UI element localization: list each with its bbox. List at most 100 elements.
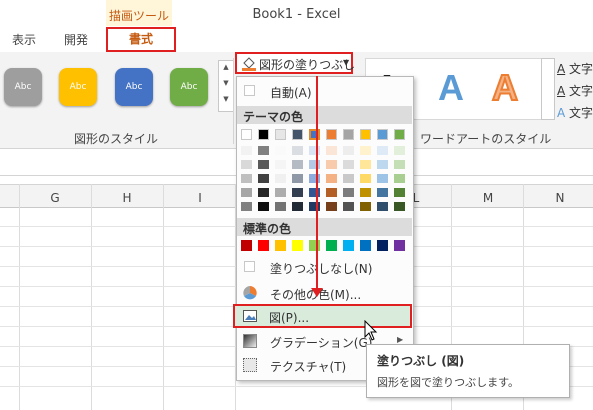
- text-fill-button[interactable]: A 文字: [557, 60, 593, 77]
- theme-color-shade-swatch[interactable]: [275, 202, 286, 211]
- theme-color-shade-swatch[interactable]: [292, 146, 303, 155]
- theme-color-shade-swatch[interactable]: [258, 202, 269, 211]
- tab-developer[interactable]: 開発: [64, 31, 88, 48]
- column-header-i[interactable]: I: [190, 191, 210, 205]
- theme-color-shade-swatch[interactable]: [326, 202, 337, 211]
- shape-fill-button[interactable]: 図形の塗りつぶし ▼: [235, 52, 355, 74]
- shape-style-gray-button[interactable]: Abc: [4, 68, 42, 106]
- theme-color-shade-swatch[interactable]: [275, 188, 286, 197]
- text-fill-label: 文字: [569, 62, 593, 76]
- theme-color-shade-swatch[interactable]: [343, 160, 354, 169]
- wordart-orange-preset[interactable]: A: [491, 66, 519, 109]
- standard-color-swatch[interactable]: [241, 240, 252, 251]
- theme-color-shade-swatch[interactable]: [394, 188, 405, 197]
- theme-color-swatch[interactable]: [292, 129, 303, 140]
- wordart-gallery-scroll[interactable]: [541, 58, 555, 120]
- theme-color-shade-swatch[interactable]: [360, 174, 371, 183]
- standard-color-swatch[interactable]: [275, 240, 286, 251]
- theme-color-shade-swatch[interactable]: [309, 160, 320, 169]
- theme-color-shade-swatch[interactable]: [309, 202, 320, 211]
- wordart-blue-preset[interactable]: A: [438, 67, 464, 109]
- theme-color-shade-swatch[interactable]: [394, 202, 405, 211]
- theme-color-shade-swatch[interactable]: [326, 188, 337, 197]
- standard-color-swatch[interactable]: [258, 240, 269, 251]
- theme-color-shade-swatch[interactable]: [292, 188, 303, 197]
- standard-color-swatch[interactable]: [292, 240, 303, 251]
- theme-color-shade-swatch[interactable]: [292, 174, 303, 183]
- menu-item-no-fill[interactable]: 塗りつぶしなし(N): [237, 256, 412, 278]
- theme-color-swatch[interactable]: [326, 129, 337, 140]
- standard-color-swatch[interactable]: [394, 240, 405, 251]
- theme-color-shade-swatch[interactable]: [343, 202, 354, 211]
- theme-color-shade-swatch[interactable]: [360, 202, 371, 211]
- standard-color-swatch[interactable]: [326, 240, 337, 251]
- theme-color-shade-swatch[interactable]: [241, 188, 252, 197]
- theme-color-shade-swatch[interactable]: [377, 174, 388, 183]
- standard-color-swatch[interactable]: [377, 240, 388, 251]
- shape-style-green-button[interactable]: Abc: [170, 68, 208, 106]
- theme-color-shade-swatch[interactable]: [241, 202, 252, 211]
- theme-color-shade-swatch[interactable]: [275, 160, 286, 169]
- theme-color-swatch[interactable]: [275, 129, 286, 140]
- theme-color-shade-swatch[interactable]: [326, 146, 337, 155]
- text-effects-button[interactable]: A 文字: [557, 104, 593, 121]
- theme-color-shade-swatch[interactable]: [241, 174, 252, 183]
- theme-color-shade-swatch[interactable]: [292, 202, 303, 211]
- tooltip-title: 塗りつぶし (図): [377, 354, 465, 368]
- theme-color-shade-swatch[interactable]: [309, 188, 320, 197]
- theme-color-swatch[interactable]: [309, 129, 320, 140]
- column-header-m[interactable]: M: [478, 191, 498, 205]
- column-header-g[interactable]: G: [45, 191, 65, 205]
- tab-format[interactable]: 書式: [106, 27, 176, 52]
- theme-color-shade-swatch[interactable]: [377, 188, 388, 197]
- theme-color-shade-swatch[interactable]: [326, 174, 337, 183]
- theme-color-shade-swatch[interactable]: [275, 146, 286, 155]
- theme-color-swatch[interactable]: [258, 129, 269, 140]
- theme-color-swatch[interactable]: [394, 129, 405, 140]
- shape-style-gold-button[interactable]: Abc: [59, 68, 97, 106]
- theme-color-shade-swatch[interactable]: [377, 160, 388, 169]
- shape-style-blue-button[interactable]: Abc: [115, 68, 153, 106]
- theme-color-shade-swatch[interactable]: [343, 174, 354, 183]
- theme-color-shade-swatch[interactable]: [292, 160, 303, 169]
- theme-color-shade-swatch[interactable]: [241, 146, 252, 155]
- theme-color-shade-swatch[interactable]: [258, 146, 269, 155]
- theme-color-shade-swatch[interactable]: [326, 160, 337, 169]
- theme-color-swatch[interactable]: [360, 129, 371, 140]
- theme-color-shade-swatch[interactable]: [360, 188, 371, 197]
- theme-color-shade-swatch[interactable]: [275, 174, 286, 183]
- standard-color-swatch[interactable]: [360, 240, 371, 251]
- theme-color-shade-swatch[interactable]: [360, 146, 371, 155]
- theme-color-shade-swatch[interactable]: [394, 146, 405, 155]
- theme-color-shade-swatch[interactable]: [394, 174, 405, 183]
- theme-color-shade-swatch[interactable]: [394, 160, 405, 169]
- scroll-down-icon[interactable]: ▼: [219, 79, 233, 87]
- theme-color-shade-swatch[interactable]: [360, 160, 371, 169]
- theme-color-shade-swatch[interactable]: [258, 188, 269, 197]
- window-title: Book1 - Excel: [252, 7, 341, 22]
- column-header-h[interactable]: H: [117, 191, 137, 205]
- gallery-more-icon[interactable]: ▼: [219, 95, 233, 103]
- theme-color-shade-swatch[interactable]: [241, 160, 252, 169]
- tab-view[interactable]: 表示: [12, 31, 36, 48]
- theme-color-swatch[interactable]: [241, 129, 252, 140]
- theme-color-shade-swatch[interactable]: [309, 174, 320, 183]
- scroll-up-icon[interactable]: ▲: [219, 63, 233, 71]
- theme-color-shade-swatch[interactable]: [343, 146, 354, 155]
- menu-item-more-colors[interactable]: その他の色(M)...: [237, 282, 412, 304]
- theme-color-swatch[interactable]: [343, 129, 354, 140]
- menu-item-picture[interactable]: 図(P)...: [233, 304, 412, 328]
- menu-item-automatic[interactable]: 自動(A): [237, 80, 412, 102]
- standard-color-swatch[interactable]: [309, 240, 320, 251]
- shape-style-gallery-scroll[interactable]: ▲ ▼ ▼: [218, 60, 234, 112]
- theme-color-shade-swatch[interactable]: [377, 146, 388, 155]
- column-header-n[interactable]: N: [550, 191, 570, 205]
- theme-color-shade-swatch[interactable]: [377, 202, 388, 211]
- theme-color-swatch[interactable]: [377, 129, 388, 140]
- standard-color-swatch[interactable]: [343, 240, 354, 251]
- text-outline-button[interactable]: A 文字: [557, 82, 593, 99]
- theme-color-shade-swatch[interactable]: [258, 174, 269, 183]
- theme-color-shade-swatch[interactable]: [258, 160, 269, 169]
- theme-color-shade-swatch[interactable]: [309, 146, 320, 155]
- theme-color-shade-swatch[interactable]: [343, 188, 354, 197]
